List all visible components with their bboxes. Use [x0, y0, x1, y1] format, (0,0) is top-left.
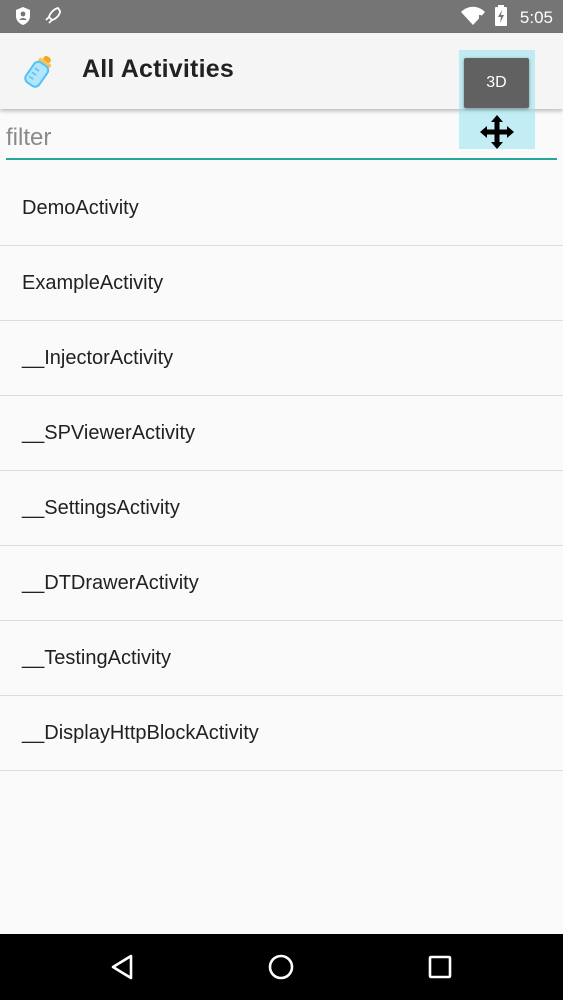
3d-overlay-widget[interactable]: 3D	[459, 50, 535, 149]
battery-charging-icon	[494, 5, 508, 31]
back-icon[interactable]	[107, 951, 139, 983]
list-item[interactable]: __DTDrawerActivity	[0, 546, 563, 621]
baby-bottle-icon	[22, 53, 56, 89]
list-item[interactable]: DemoActivity	[0, 171, 563, 246]
wifi-icon	[460, 6, 486, 30]
list-item[interactable]: __TestingActivity	[0, 621, 563, 696]
list-item[interactable]: __DisplayHttpBlockActivity	[0, 696, 563, 771]
recents-icon[interactable]	[424, 951, 456, 983]
move-icon[interactable]	[479, 114, 515, 150]
list-item[interactable]: ExampleActivity	[0, 246, 563, 321]
rocket-icon	[44, 6, 62, 30]
navigation-bar	[0, 934, 563, 1000]
status-bar: 5:05	[0, 0, 563, 33]
home-icon[interactable]	[265, 951, 297, 983]
3d-button[interactable]: 3D	[464, 58, 529, 108]
list-item[interactable]: __SPViewerActivity	[0, 396, 563, 471]
activity-list: DemoActivity ExampleActivity __InjectorA…	[0, 171, 563, 771]
shield-icon	[14, 6, 32, 30]
list-item[interactable]: __SettingsActivity	[0, 471, 563, 546]
page-title: All Activities	[82, 55, 234, 83]
status-time: 5:05	[519, 8, 553, 27]
list-item[interactable]: __InjectorActivity	[0, 321, 563, 396]
